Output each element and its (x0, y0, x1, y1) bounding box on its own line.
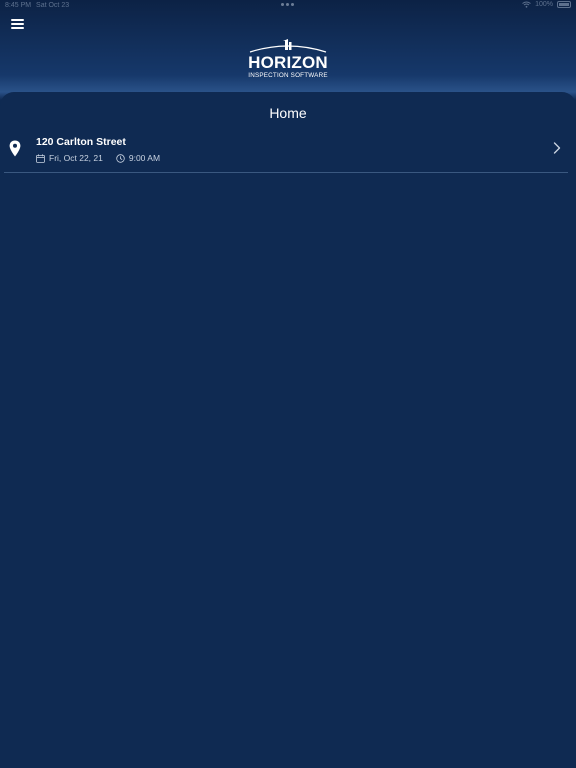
multitasking-dots-icon[interactable] (281, 3, 294, 6)
chevron-right-icon[interactable] (553, 142, 561, 154)
status-date: Sat Oct 23 (36, 2, 70, 9)
inspection-time-group: 9:00 AM (116, 153, 160, 163)
page-title: Home (269, 105, 307, 121)
battery-percent: 100% (535, 1, 553, 8)
location-pin-icon (9, 140, 21, 157)
inspection-time: 9:00 AM (128, 153, 161, 163)
inspection-date: Fri, Oct 22, 21 (49, 153, 103, 163)
horizon-logo: HORIZON INSPECTION SOFTWARE (238, 38, 338, 82)
wifi-icon (522, 1, 531, 8)
clock-icon (116, 153, 125, 163)
inspection-list-item[interactable]: 120 Carlton Street Fri, Oct 22, 21 9:00 … (0, 130, 576, 172)
inspection-address: 120 Carlton Street (36, 136, 126, 148)
inspection-meta: Fri, Oct 22, 21 9:00 AM (36, 153, 160, 163)
horizon-logo-mark-icon (249, 39, 327, 53)
logo-tagline: INSPECTION SOFTWARE (248, 72, 328, 79)
status-time: 8:45 PM (5, 2, 32, 9)
calendar-icon (36, 153, 45, 163)
hamburger-menu-icon[interactable] (11, 18, 25, 30)
list-divider (4, 172, 568, 173)
status-time-date: 8:45 PM Sat Oct 23 (5, 2, 69, 9)
battery-icon (557, 1, 571, 8)
status-indicators: 100% (522, 1, 571, 8)
home-panel: Home 120 Carlton Street Fri, Oct 22, 21 (0, 92, 576, 768)
app-screen: 8:45 PM Sat Oct 23 100% HORIZON INSPECTI… (0, 0, 576, 768)
logo-name: HORIZON (248, 53, 328, 72)
status-bar: 8:45 PM Sat Oct 23 100% (0, 0, 576, 12)
